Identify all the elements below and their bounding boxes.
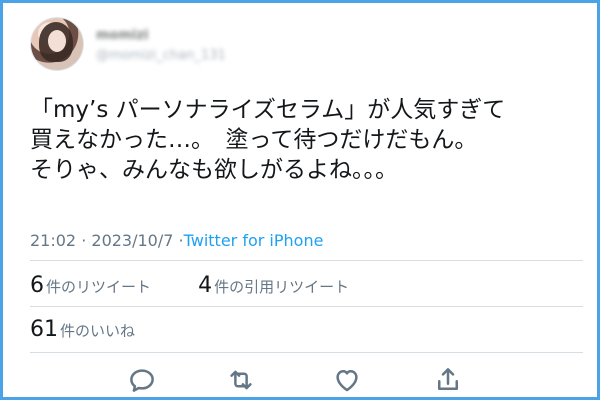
tweet-time[interactable]: 21:02	[30, 231, 76, 250]
likes-stats-row: 61 件のいいね	[30, 317, 583, 345]
like-button[interactable]	[329, 362, 365, 398]
user-info[interactable]: momizi @momizi_chan_131	[96, 27, 336, 65]
quote-label: 件の引用リツイート	[214, 278, 350, 296]
quote-count-stat[interactable]: 4 件の引用リツイート	[198, 273, 349, 298]
like-icon	[336, 370, 358, 392]
user-handle[interactable]: @momizi_chan_131	[96, 47, 336, 65]
avatar[interactable]	[30, 17, 84, 71]
retweet-count: 6	[30, 273, 44, 298]
reply-icon	[130, 369, 154, 392]
like-count-stat[interactable]: 61 件のいいね	[30, 317, 135, 342]
tweet-card: momizi @momizi_chan_131 「my’s パーソナライズセラム…	[30, 17, 586, 397]
retweet-button[interactable]	[223, 362, 259, 398]
tweet-meta: 21:02 · 2023/10/7 ·Twitter for iPhone	[30, 231, 586, 250]
divider	[30, 352, 583, 353]
quote-count: 4	[198, 273, 213, 298]
reply-button[interactable]	[124, 362, 160, 398]
retweet-icon	[230, 370, 252, 390]
tweet-text-line-3: そりゃ、みんなも欲しがるよね。。。	[30, 157, 398, 183]
like-count: 61	[30, 317, 58, 342]
tweet-frame: momizi @momizi_chan_131 「my’s パーソナライズセラム…	[0, 0, 600, 400]
like-label: 件のいいね	[60, 322, 136, 340]
divider	[30, 306, 583, 307]
meta-separator: ·	[81, 231, 87, 250]
retweet-stats-row: 6 件のリツイート 4 件の引用リツイート	[30, 273, 583, 301]
tweet-text-line-2: 買えなかった…。 塗って待つだけだもん。	[30, 127, 478, 153]
tweet-date[interactable]: 2023/10/7	[91, 231, 173, 250]
avatar-face	[48, 30, 66, 52]
tweet-actions	[30, 362, 583, 398]
tweet-text-line-1: 「my’s パーソナライズセラム」が人気すぎて	[30, 97, 506, 123]
tweet-text: 「my’s パーソナライズセラム」が人気すぎて 買えなかった…。 塗って待つだけ…	[30, 95, 586, 185]
share-button[interactable]	[430, 362, 466, 398]
retweet-count-stat[interactable]: 6 件のリツイート	[30, 273, 151, 298]
tweet-source-link[interactable]: Twitter for iPhone	[184, 231, 324, 250]
divider	[30, 260, 583, 261]
retweet-label: 件のリツイート	[46, 278, 152, 296]
display-name[interactable]: momizi	[96, 27, 336, 45]
share-icon	[438, 368, 458, 390]
